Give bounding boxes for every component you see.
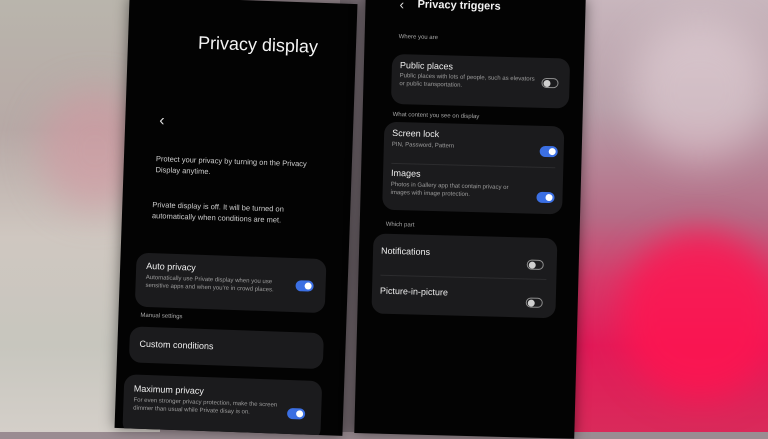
picture-in-picture-label: Picture-in-picture <box>379 285 449 298</box>
page-title: Privacy triggers <box>417 0 501 13</box>
auto-privacy-toggle[interactable] <box>295 280 314 292</box>
auto-privacy-card[interactable]: Auto privacy Automatically use Private d… <box>134 252 327 314</box>
notifications-toggle[interactable] <box>526 259 544 270</box>
manual-settings-label: Manual settings <box>140 312 183 321</box>
public-places-title: Public places <box>399 60 454 72</box>
privacy-display-screen: Privacy display ‹ Protect your privacy b… <box>114 0 358 436</box>
images-title: Images <box>390 167 421 179</box>
maximum-privacy-subtitle: For even stronger privacy protection, ma… <box>133 397 278 416</box>
divider <box>380 274 547 281</box>
maximum-privacy-card[interactable]: Maximum privacy For even stronger privac… <box>122 374 323 436</box>
where-you-are-label: Where you are <box>398 34 439 42</box>
chevron-left-icon[interactable]: ‹ <box>159 112 165 129</box>
maximum-privacy-title: Maximum privacy <box>133 383 205 396</box>
content-label: What content you see on display <box>392 111 480 121</box>
privacy-triggers-screen: ‹ Privacy triggers Where you are Public … <box>354 0 586 439</box>
auto-privacy-title: Auto privacy <box>146 260 196 273</box>
maximum-privacy-toggle[interactable] <box>286 407 306 420</box>
images-subtitle: Photos in Gallery app that contain priva… <box>390 181 509 198</box>
content-card: Screen lock PIN, Password, Pattern Image… <box>382 121 565 215</box>
background-right-blur <box>560 0 768 432</box>
public-places-card[interactable]: Public places Public places with lots of… <box>390 53 571 109</box>
notifications-label: Notifications <box>380 245 431 257</box>
description-text: Protect your privacy by turning on the P… <box>155 154 307 177</box>
auto-privacy-subtitle: Automatically use Private display when y… <box>145 274 274 294</box>
page-title: Privacy display <box>197 32 319 57</box>
public-places-subtitle: Public places with lots of people, such … <box>399 73 535 89</box>
custom-conditions-card[interactable]: Custom conditions <box>128 326 324 370</box>
screen-lock-toggle[interactable] <box>539 145 558 158</box>
chevron-left-icon[interactable]: ‹ <box>399 0 404 12</box>
which-part-label: Which part <box>385 221 415 229</box>
images-toggle[interactable] <box>536 191 555 204</box>
picture-in-picture-toggle[interactable] <box>525 297 543 308</box>
custom-conditions-label: Custom conditions <box>139 338 214 352</box>
screen-lock-title: Screen lock <box>392 127 440 140</box>
screen-lock-subtitle: PIN, Password, Pattern <box>391 141 455 150</box>
which-part-card: Notifications Picture-in-picture <box>371 233 558 319</box>
public-places-toggle[interactable] <box>541 77 559 89</box>
divider <box>391 162 556 169</box>
status-text: Private display is off. It will be turne… <box>151 200 285 225</box>
